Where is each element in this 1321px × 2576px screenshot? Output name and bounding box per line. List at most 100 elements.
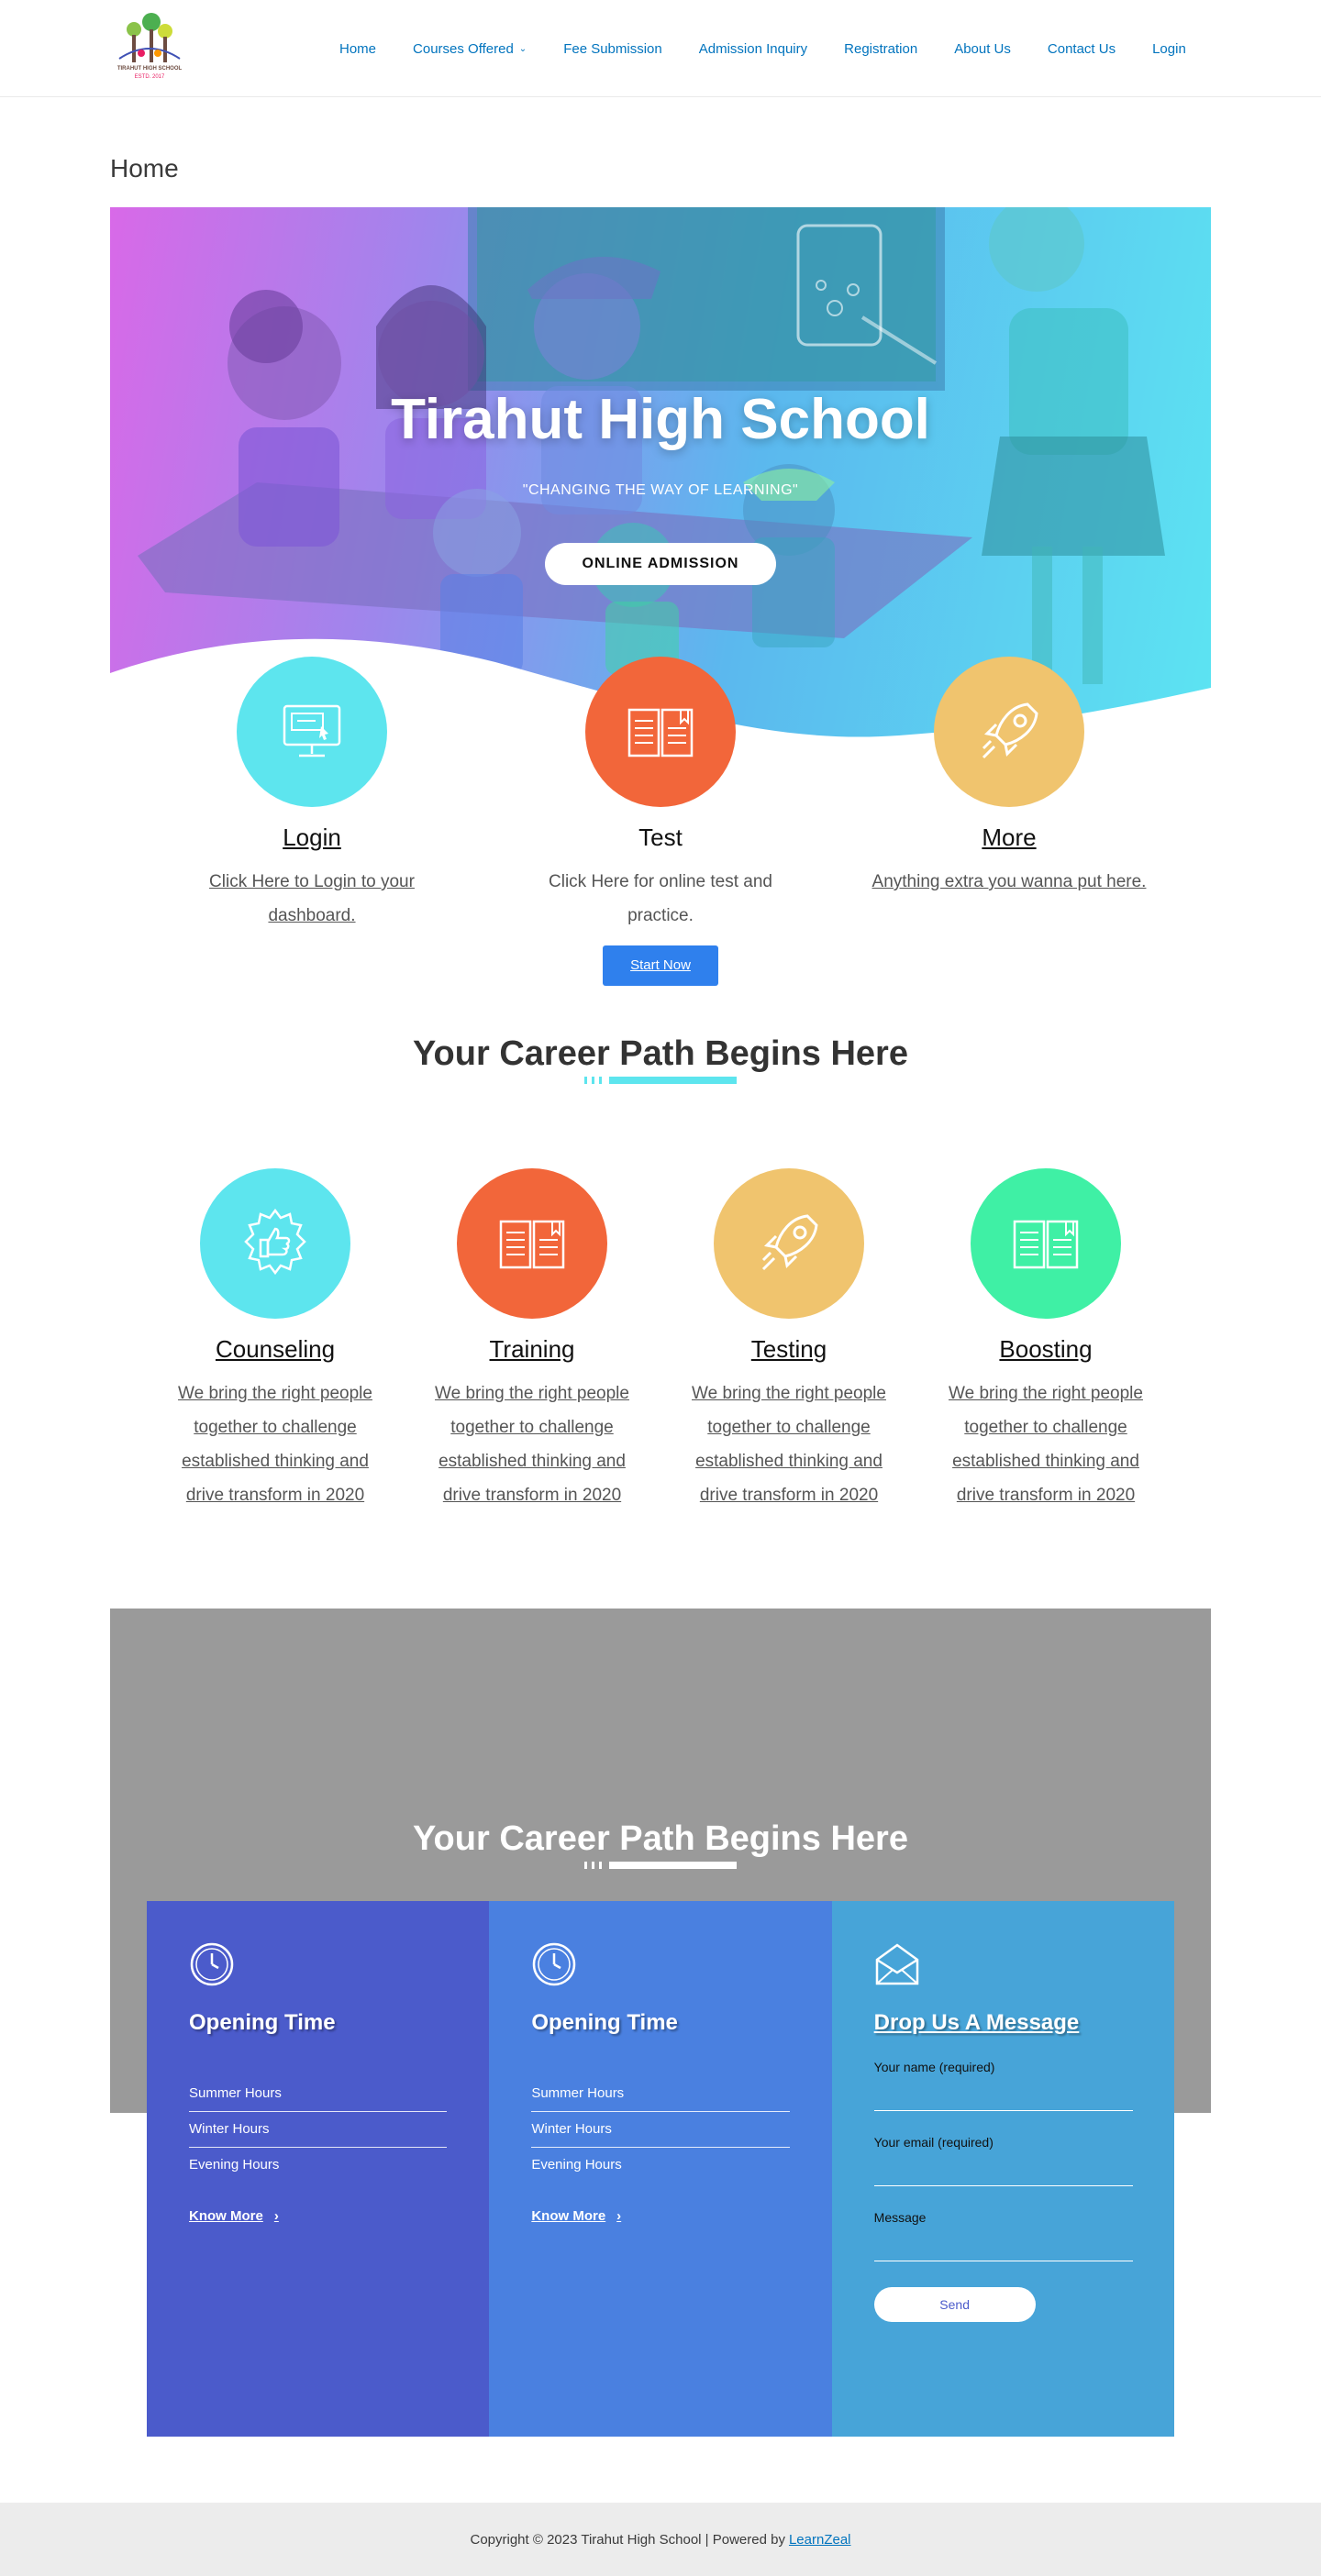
career-counseling-desc[interactable]: We bring the right people together to ch… xyxy=(174,1376,376,1512)
know-more-link[interactable]: Know More › xyxy=(189,2208,279,2224)
chevron-right-icon: › xyxy=(273,2208,279,2224)
feature-test-desc: Click Here for online test and practice. xyxy=(549,872,772,925)
chevron-right-icon: › xyxy=(616,2208,622,2224)
career-training-circle xyxy=(457,1168,607,1319)
nav-label: Fee Submission xyxy=(563,40,662,57)
hero-title: Tirahut High School xyxy=(391,388,930,451)
career-heading: Your Career Path Begins Here xyxy=(413,1034,908,1073)
separator-bar xyxy=(609,1077,737,1084)
feature-test-circle xyxy=(585,657,736,807)
logo-subtext: ESTD. 2017 xyxy=(134,74,165,80)
site-logo[interactable]: TIRAHUT HIGH SCHOOL ESTD. 2017 xyxy=(110,11,189,84)
feature-login-desc[interactable]: Click Here to Login to your dashboard. xyxy=(174,865,450,933)
separator-dot xyxy=(584,1862,587,1869)
separator-dot xyxy=(599,1862,602,1869)
separator-dot xyxy=(599,1077,602,1084)
opening-time-card-2: Opening Time Summer Hours Winter Hours E… xyxy=(489,1901,832,2437)
nav-admission-inquiry[interactable]: Admission Inquiry xyxy=(681,41,826,57)
rocket-icon xyxy=(761,1214,818,1271)
feature-login-title[interactable]: Login xyxy=(174,824,450,852)
career-training-desc[interactable]: We bring the right people together to ch… xyxy=(431,1376,633,1512)
career-testing-circle xyxy=(714,1168,864,1319)
book-icon xyxy=(499,1220,565,1269)
career-testing-desc[interactable]: We bring the right people together to ch… xyxy=(688,1376,890,1512)
chevron-down-icon: ⌄ xyxy=(518,43,527,54)
career-boosting-desc[interactable]: We bring the right people together to ch… xyxy=(945,1376,1147,1512)
separator-bar xyxy=(609,1862,737,1869)
nav-registration[interactable]: Registration xyxy=(826,41,936,57)
message-card: Drop Us A Message Your name (required) Y… xyxy=(831,1901,1174,2437)
online-admission-button[interactable]: ONLINE ADMISSION xyxy=(545,543,776,585)
career-heading-secondary: Your Career Path Begins Here xyxy=(413,1819,908,1858)
hours-list: Summer Hours Winter Hours Evening Hours xyxy=(189,2076,448,2183)
powered-by-link[interactable]: LearnZeal xyxy=(789,2532,851,2548)
separator-dot xyxy=(584,1077,587,1084)
nav-home[interactable]: Home xyxy=(321,41,394,57)
feature-more-desc[interactable]: Anything extra you wanna put here. xyxy=(871,865,1147,899)
nav-label: About Us xyxy=(954,40,1011,57)
nav-label: Courses Offered xyxy=(413,40,514,57)
name-input[interactable] xyxy=(873,2074,1133,2111)
hours-row-evening: Evening Hours xyxy=(531,2157,622,2172)
email-input[interactable] xyxy=(873,2150,1133,2186)
nav-label: Home xyxy=(339,40,377,57)
nav-courses-offered[interactable]: Courses Offered ⌄ xyxy=(394,41,545,57)
book-icon xyxy=(1013,1220,1079,1269)
logo-text: TIRAHUT HIGH SCHOOL xyxy=(117,66,183,72)
start-now-button[interactable]: Start Now xyxy=(603,945,718,986)
message-input[interactable] xyxy=(873,2225,1133,2261)
know-more-label: Know More xyxy=(531,2208,606,2224)
feature-test-title: Test xyxy=(638,824,683,851)
logo-icon xyxy=(118,13,181,62)
page-title: Home xyxy=(110,154,179,182)
site-header: TIRAHUT HIGH SCHOOL ESTD. 2017 Home Cour… xyxy=(0,0,1321,97)
site-footer: Copyright © 2023 Tirahut High School | P… xyxy=(0,2503,1321,2576)
know-more-label: Know More xyxy=(189,2208,263,2224)
career-boosting-title[interactable]: Boosting xyxy=(945,1335,1147,1364)
feature-test: Test Click Here for online test and prac… xyxy=(523,657,798,986)
hours-row-summer: Summer Hours xyxy=(189,2076,448,2112)
card-title: Opening Time xyxy=(531,2010,678,2035)
card-title: Drop Us A Message xyxy=(873,2010,1080,2035)
email-label: Your email (required) xyxy=(873,2135,994,2150)
hours-list: Summer Hours Winter Hours Evening Hours xyxy=(531,2076,790,2183)
nav-label: Login xyxy=(1152,40,1186,57)
hours-row-winter: Winter Hours xyxy=(189,2112,448,2148)
career-testing-title[interactable]: Testing xyxy=(688,1335,890,1364)
book-icon xyxy=(627,708,694,757)
career-boosting-circle xyxy=(971,1168,1121,1319)
career-testing: Testing We bring the right people togeth… xyxy=(688,1168,890,1512)
send-button[interactable]: Send xyxy=(873,2287,1036,2322)
feature-more: More Anything extra you wanna put here. xyxy=(871,657,1147,899)
career-training-title[interactable]: Training xyxy=(431,1335,633,1364)
career-counseling-title[interactable]: Counseling xyxy=(174,1335,376,1364)
nav-login[interactable]: Login xyxy=(1134,41,1204,57)
envelope-icon xyxy=(875,1943,918,1985)
nav-fee-submission[interactable]: Fee Submission xyxy=(545,41,681,57)
hours-row-evening: Evening Hours xyxy=(189,2157,280,2172)
info-cards: Opening Time Summer Hours Winter Hours E… xyxy=(147,1901,1174,2437)
computer-icon xyxy=(283,704,341,757)
nav-label: Admission Inquiry xyxy=(698,40,808,57)
hero-tagline: "CHANGING THE WAY OF LEARNING" xyxy=(522,482,799,498)
heading-separator xyxy=(584,1077,737,1084)
feature-login: Login Click Here to Login to your dashbo… xyxy=(174,657,450,933)
feature-more-title[interactable]: More xyxy=(871,824,1147,852)
hours-row-summer: Summer Hours xyxy=(531,2076,790,2112)
feature-more-circle xyxy=(934,657,1084,807)
nav-contact-us[interactable]: Contact Us xyxy=(1029,41,1134,57)
career-boosting: Boosting We bring the right people toget… xyxy=(945,1168,1147,1512)
feature-login-circle xyxy=(237,657,387,807)
hours-row-winter: Winter Hours xyxy=(531,2112,790,2148)
opening-time-card-1: Opening Time Summer Hours Winter Hours E… xyxy=(147,1901,490,2437)
clock-icon xyxy=(533,1942,576,1986)
separator-dot xyxy=(592,1862,594,1869)
career-counseling: Counseling We bring the right people tog… xyxy=(174,1168,376,1512)
know-more-link[interactable]: Know More › xyxy=(531,2208,621,2224)
nav-about-us[interactable]: About Us xyxy=(936,41,1029,57)
name-label: Your name (required) xyxy=(873,2060,995,2074)
career-training: Training We bring the right people toget… xyxy=(431,1168,633,1512)
copyright-text: Copyright © 2023 Tirahut High School | P… xyxy=(470,2531,785,2548)
clock-icon xyxy=(190,1942,234,1986)
contact-form: Your name (required) Your email (require… xyxy=(873,2060,1133,2322)
